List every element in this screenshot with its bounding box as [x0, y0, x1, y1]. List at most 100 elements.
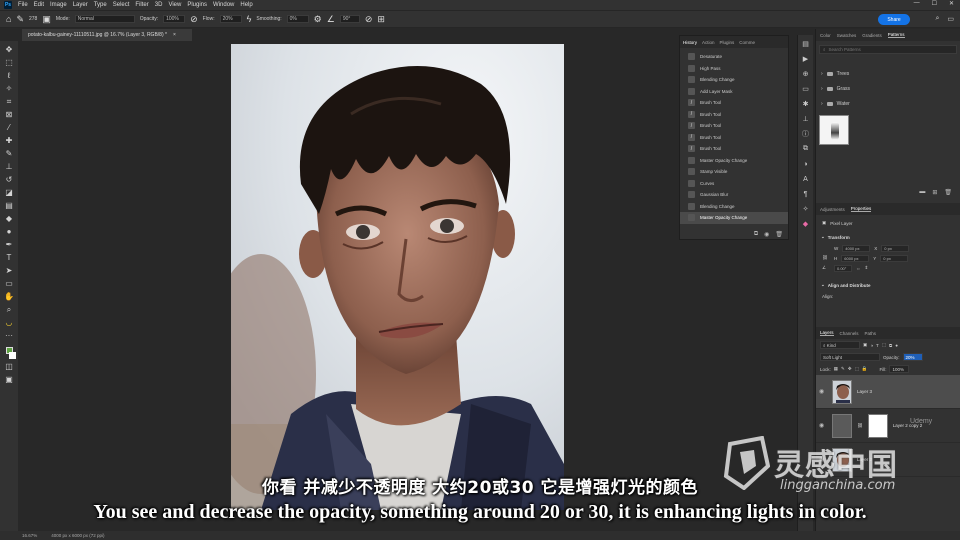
workspace-icon[interactable]: ▭ [947, 15, 954, 23]
patterns-search-input[interactable]: ⌕ Search Patterns [819, 45, 957, 54]
flip-vertical-icon[interactable]: ⇕ [865, 265, 869, 271]
pattern-folder-trees[interactable]: › Trees [816, 66, 960, 81]
x-field[interactable]: 0 px [881, 244, 910, 252]
history-item[interactable]: Master Opacity Change [680, 212, 788, 224]
angle-field[interactable]: 90° [339, 15, 360, 23]
pattern-folder-water[interactable]: › Water [816, 96, 960, 111]
clone-source-icon[interactable]: ⊥ [801, 114, 811, 124]
history-item[interactable]: / Brush Tool [680, 132, 788, 144]
blur-tool-icon[interactable]: ◆ [3, 213, 15, 224]
share-button[interactable]: Share [878, 14, 910, 25]
history-item[interactable]: / Brush Tool [680, 109, 788, 121]
menu-plugins[interactable]: Plugins [187, 2, 207, 8]
tab-properties[interactable]: Properties [850, 206, 872, 212]
layer-opacity-field[interactable]: 20% [902, 353, 923, 361]
angle-field[interactable]: 0.00° [834, 264, 852, 272]
lock-artboard-icon[interactable]: ⬚ [855, 366, 859, 372]
filter-toggle-icon[interactable]: ● [895, 343, 898, 348]
history-panel-icon[interactable]: ▤ [801, 39, 811, 49]
new-pattern-icon[interactable]: ⊞ [932, 189, 937, 199]
close-button[interactable]: ✕ [949, 0, 954, 7]
plugins-panel-icon[interactable]: ⊕ [801, 69, 811, 79]
tab-history[interactable]: History [683, 40, 697, 45]
history-item[interactable]: Blending Change [680, 74, 788, 86]
lock-all-icon[interactable]: 🔒 [862, 366, 868, 372]
mask-link-icon[interactable]: ⛓ [857, 423, 863, 429]
airbrush-icon[interactable]: ϟ [247, 14, 252, 24]
marquee-tool-icon[interactable]: ⬚ [3, 57, 15, 68]
menu-filter[interactable]: Filter [135, 2, 148, 8]
history-brush-tool-icon[interactable]: ↺ [3, 174, 15, 185]
history-item[interactable]: Add Layer Mask [680, 86, 788, 98]
eye-icon[interactable]: ◉ [819, 388, 827, 395]
eyedropper-tool-icon[interactable]: ⁄ [3, 122, 15, 133]
character-panel-icon[interactable]: A [801, 174, 811, 184]
history-item[interactable]: Blending Change [680, 201, 788, 213]
frame-tool-icon[interactable]: ⊠ [3, 109, 15, 120]
document-tab[interactable]: potato-kalbu-gainey-11110511.jpg @ 16.7%… [22, 29, 192, 41]
pressure-opacity-icon[interactable]: ⊘ [190, 14, 198, 25]
new-document-from-state-icon[interactable]: ⧉ [754, 231, 758, 238]
filter-type-icon[interactable]: T [876, 343, 879, 348]
actions-panel-icon[interactable]: ▶ [801, 54, 811, 64]
menu-select[interactable]: Select [113, 2, 130, 8]
chevron-down-icon[interactable]: ⌄ [821, 234, 825, 240]
clone-stamp-tool-icon[interactable]: ⊥ [3, 161, 15, 172]
chevron-down-icon[interactable]: ⌄ [821, 282, 825, 288]
history-item[interactable]: / Brush Tool [680, 143, 788, 155]
layer-kind-filter[interactable]: ⌕ Kind [820, 341, 860, 349]
lasso-tool-icon[interactable]: ℓ [3, 70, 15, 81]
history-item[interactable]: Master Opacity Change [680, 155, 788, 167]
move-tool-icon[interactable]: ✥ [3, 44, 15, 55]
layer-row-layer-3[interactable]: ◉ Layer 3 [816, 375, 960, 409]
eraser-tool-icon[interactable]: ◪ [3, 187, 15, 198]
lock-image-icon[interactable]: ✎ [841, 366, 845, 372]
pressure-size-icon[interactable]: ⊘ [365, 14, 373, 25]
layer-name[interactable]: Layer 3 [857, 389, 872, 394]
menu-help[interactable]: Help [240, 2, 252, 8]
brush-preset-icon[interactable]: ✎ [16, 14, 24, 25]
menu-file[interactable]: File [18, 2, 28, 8]
filter-pixel-icon[interactable]: ▣ [863, 342, 867, 348]
path-select-tool-icon[interactable]: ➤ [3, 265, 15, 276]
brush-tool-icon[interactable]: ✎ [3, 148, 15, 159]
crop-tool-icon[interactable]: ⌗ [3, 96, 15, 107]
tab-patterns[interactable]: Patterns [887, 32, 905, 38]
more-tools-icon[interactable]: ··· [3, 330, 15, 341]
brush-size[interactable]: 278 [29, 16, 37, 22]
history-item[interactable]: High Pass [680, 63, 788, 75]
pattern-folder-grass[interactable]: › Grass [816, 81, 960, 96]
glyphs-panel-icon[interactable]: ✧ [801, 204, 811, 214]
search-icon[interactable]: ⌕ [935, 15, 939, 23]
eye-icon[interactable]: ◉ [819, 422, 827, 429]
menu-type[interactable]: Type [94, 2, 107, 8]
tab-comments[interactable]: Comme [739, 40, 755, 45]
zoom-level[interactable]: 16.67% [22, 533, 37, 538]
y-field[interactable]: 0 px [880, 254, 909, 262]
menu-edit[interactable]: Edit [34, 2, 44, 8]
document-photo[interactable] [231, 44, 564, 510]
history-item[interactable]: Curves [680, 178, 788, 190]
paragraph-panel-icon[interactable]: ¶ [801, 189, 811, 199]
menu-3d[interactable]: 3D [155, 2, 163, 8]
menu-image[interactable]: Image [50, 2, 67, 8]
filter-smart-object-icon[interactable]: ⧉ [889, 343, 892, 348]
maximize-button[interactable]: ☐ [932, 0, 937, 7]
info-panel-icon[interactable]: ⓘ [801, 129, 811, 139]
tab-adjustments[interactable]: Adjustments [820, 207, 845, 212]
history-item[interactable]: / Brush Tool [680, 120, 788, 132]
history-item[interactable]: Gaussian Blur [680, 189, 788, 201]
menu-layer[interactable]: Layer [73, 2, 88, 8]
smoothing-field[interactable]: 0% [286, 15, 309, 23]
history-item[interactable]: Desaturate [680, 51, 788, 63]
healing-brush-tool-icon[interactable]: ✚ [3, 135, 15, 146]
tab-channels[interactable]: Channels [840, 331, 859, 336]
height-field[interactable]: 6000 px [841, 254, 870, 262]
opacity-field[interactable]: 100% [163, 15, 186, 23]
tab-paths[interactable]: Paths [865, 331, 877, 336]
tab-color[interactable]: Color [820, 33, 831, 38]
flip-horizontal-icon[interactable]: ⇔ [856, 266, 861, 271]
libraries-icon[interactable]: ⧉ [801, 144, 811, 154]
smoothing-settings-icon[interactable]: ⚙ [314, 14, 322, 25]
comments-panel-icon[interactable]: ▭ [801, 84, 811, 94]
